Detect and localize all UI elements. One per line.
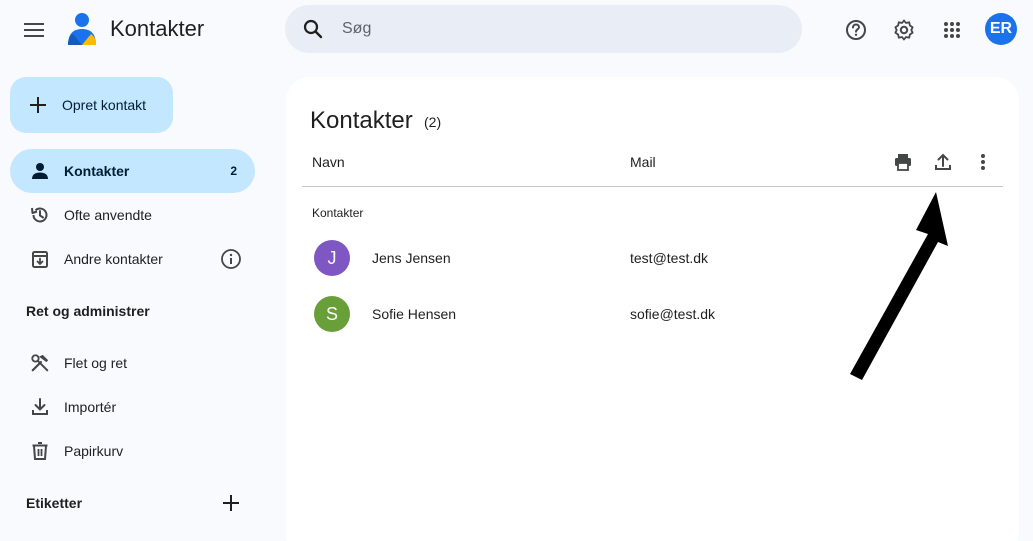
search-input[interactable] [342,20,762,38]
create-contact-label: Opret kontakt [62,97,147,113]
menu-icon[interactable] [22,18,46,42]
table-row[interactable]: J Jens Jensen test@test.dk [302,232,1003,284]
sidebar-item-trash[interactable]: Papirkurv [10,429,255,473]
export-icon[interactable] [931,150,955,174]
sidebar-item-label: Andre kontakter [64,251,163,267]
manage-heading: Ret og administrer [26,303,150,319]
column-header-name[interactable]: Navn [312,154,345,170]
trash-icon [30,441,50,461]
info-icon[interactable] [220,248,242,270]
search-icon[interactable] [302,18,324,40]
help-icon[interactable] [842,16,870,44]
contact-mail: sofie@test.dk [630,306,716,322]
print-icon[interactable] [891,150,915,174]
sidebar-item-label: Papirkurv [64,443,124,459]
apps-grid-icon[interactable] [938,16,966,44]
page-title: Kontakter [310,107,413,134]
sidebar-item-contacts[interactable]: Kontakter 2 [10,149,255,193]
add-label-button[interactable] [219,491,243,515]
sidebar-item-import[interactable]: Importér [10,385,255,429]
create-contact-button[interactable]: Opret kontakt [10,77,173,133]
column-header-mail[interactable]: Mail [630,154,656,170]
sidebar-item-merge-fix[interactable]: Flet og ret [10,341,255,385]
labels-heading: Etiketter [26,495,83,511]
archive-icon [30,249,50,269]
sidebar-item-other-contacts[interactable]: Andre kontakter [10,237,255,281]
account-avatar[interactable]: ER [985,13,1017,45]
avatar: S [314,296,350,332]
settings-icon[interactable] [890,16,918,44]
sidebar-item-frequent[interactable]: Ofte anvendte [10,193,255,237]
tools-icon [30,353,50,373]
header-divider [302,186,1003,187]
history-icon [30,205,50,225]
contact-name: Jens Jensen [372,250,451,266]
sidebar-item-label: Ofte anvendte [64,207,152,223]
more-vert-icon[interactable] [971,150,995,174]
contact-name: Sofie Hensen [372,306,457,322]
group-label: Kontakter [312,206,364,220]
plus-icon [223,495,239,511]
person-icon [30,161,50,181]
sidebar-item-label: Importér [64,399,117,415]
page-count: (2) [424,114,442,130]
app-title: Kontakter [110,16,205,41]
avatar: J [314,240,350,276]
top-bar: Kontakter ER [0,0,1033,60]
sidebar-item-label: Kontakter [64,163,130,179]
download-icon [30,397,50,417]
sidebar-item-label: Flet og ret [64,355,128,371]
plus-icon [30,97,46,113]
contacts-logo-icon [64,11,100,47]
table-row[interactable]: S Sofie Hensen sofie@test.dk [302,288,1003,340]
search-bar[interactable] [285,5,802,53]
contact-mail: test@test.dk [630,250,709,266]
contacts-count-badge: 2 [230,164,237,178]
